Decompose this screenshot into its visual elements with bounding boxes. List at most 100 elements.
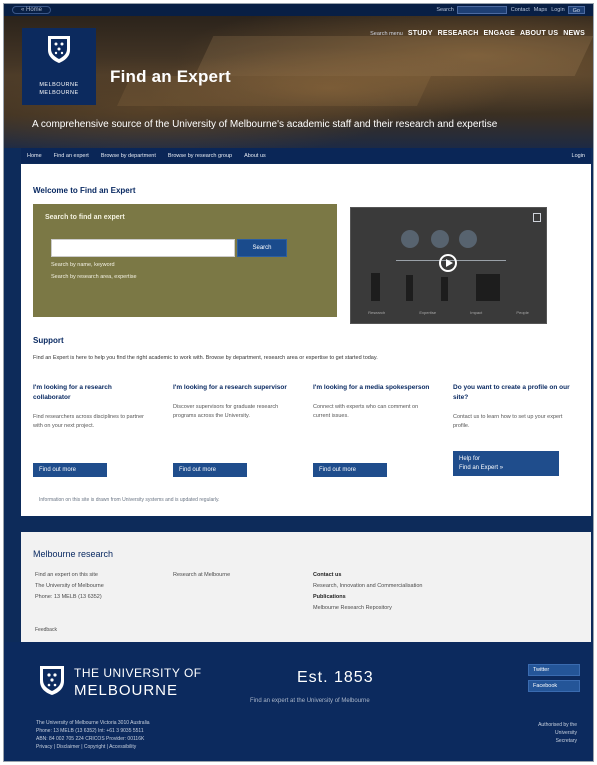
research-link[interactable]: Melbourne Research Repository — [313, 603, 422, 614]
card-supervisor: I'm looking for a research supervisor Di… — [173, 383, 291, 477]
video-caption: Research — [368, 310, 386, 315]
research-subheading: Contact us — [313, 572, 342, 578]
video-caption: Impact — [470, 310, 483, 315]
footer-address: The University of Melbourne Victoria 301… — [36, 719, 150, 751]
footer-address-line: ABN: 84 002 705 224 CRICOS Provider: 001… — [36, 736, 145, 742]
footer-address-line: Phone: 13 MELB (13 6352) Int: +61 3 9035… — [36, 728, 144, 734]
video-caption: People — [516, 310, 529, 315]
facebook-button[interactable]: Facebook — [528, 680, 580, 692]
main-content: Welcome to Find an Expert Search to find… — [21, 164, 591, 516]
search-label: Search — [436, 7, 454, 13]
established-subtext: Find an expert at the University of Melb… — [250, 698, 370, 704]
content-footnote: Information on this site is drawn from U… — [39, 497, 220, 503]
melbourne-research-section: Melbourne research Find an expert on thi… — [21, 532, 591, 642]
footer-address-line: The University of Melbourne Victoria 301… — [36, 720, 150, 726]
logo-text-line1: MELBOURNE — [39, 82, 79, 88]
research-link[interactable]: Find an expert on this site — [35, 570, 104, 581]
footer-authorised-line: University — [555, 730, 577, 736]
card-title: I'm looking for a research supervisor — [173, 384, 287, 391]
hero-nav-research[interactable]: RESEARCH — [438, 30, 479, 37]
utility-link-contact[interactable]: Contact — [511, 7, 530, 13]
nav-item-find-expert[interactable]: Find an expert — [54, 153, 89, 159]
nav-item-about[interactable]: About us — [244, 153, 266, 159]
card-body: Contact us to learn how to set up your e… — [453, 414, 563, 429]
nav-item-browse-group[interactable]: Browse by research group — [168, 153, 232, 159]
home-link[interactable]: « Home — [12, 6, 52, 14]
site-title[interactable]: Find an Expert — [110, 67, 231, 87]
hero-decoration — [194, 36, 593, 76]
hero-tagline: A comprehensive source of the University… — [32, 119, 498, 130]
crest-icon — [40, 666, 64, 695]
nav-item-browse-department[interactable]: Browse by department — [101, 153, 156, 159]
footer-university-line1: THE UNIVERSITY OF — [74, 666, 202, 680]
footer-legal-links[interactable]: Privacy | Disclaimer | Copyright | Acces… — [36, 743, 150, 751]
nav-item-home[interactable]: Home — [27, 153, 42, 159]
footer-authorised-line: Secretary — [555, 738, 577, 744]
video-captions: Research Expertise Impact People — [351, 310, 546, 315]
research-col-3: Contact us Research, Innovation and Comm… — [313, 570, 422, 614]
video-person-silhouette — [476, 274, 500, 301]
video-avatar-icon — [431, 230, 449, 248]
support-heading: Support — [33, 336, 64, 345]
find-out-more-button[interactable]: Find out more — [33, 463, 107, 477]
footer-authorised-line: Authorised by the — [538, 722, 577, 728]
search-row: Search — [51, 239, 287, 257]
card-profile: Do you want to create a profile on our s… — [453, 383, 571, 476]
footer-authorised: Authorised by the University Secretary — [538, 721, 577, 745]
established-text: Est. 1853 — [297, 669, 374, 686]
utility-bar: « Home Search Contact Maps Login Go — [4, 4, 593, 16]
help-button-line2: Find an Expert » — [459, 464, 504, 471]
card-title: Do you want to create a profile on our s… — [453, 384, 570, 401]
footer-university-line2: MELBOURNE — [74, 682, 179, 699]
research-col-1: Find an expert on this site The Universi… — [35, 570, 104, 603]
university-logo[interactable]: MELBOURNE MELBOURNE — [22, 28, 96, 105]
hero-nav-about[interactable]: ABOUT US — [520, 30, 558, 37]
card-title: I'm looking for a research collaborator — [33, 384, 112, 401]
card-collaborator: I'm looking for a research collaborator … — [33, 383, 151, 477]
feedback-link[interactable]: Feedback — [35, 627, 57, 633]
logo-text-line2: MELBOURNE — [39, 90, 79, 96]
search-option-name[interactable]: Search by name, keyword — [51, 262, 115, 268]
page-frame: « Home Search Contact Maps Login Go Sear… — [3, 3, 594, 762]
hero-nav: Search menu STUDY RESEARCH ENGAGE ABOUT … — [370, 30, 585, 37]
site-footer: THE UNIVERSITY OF MELBOURNE Est. 1853 Fi… — [4, 642, 593, 761]
help-button-line1: Help for — [459, 455, 481, 462]
research-col-2: Research at Melbourne — [173, 570, 230, 581]
expert-search-button[interactable]: Search — [237, 239, 287, 257]
research-subheading: Publications — [313, 594, 346, 600]
hero-nav-engage[interactable]: ENGAGE — [483, 30, 515, 37]
find-out-more-button[interactable]: Find out more — [313, 463, 387, 477]
expert-search-panel: Search to find an expert Search Search b… — [33, 204, 337, 317]
crest-icon — [48, 36, 70, 63]
research-link[interactable]: Research at Melbourne — [173, 570, 230, 581]
card-title: I'm looking for a media spokesperson — [313, 384, 430, 391]
hero-nav-lead: Search menu — [370, 30, 403, 37]
support-text: Find an Expert is here to help you find … — [33, 355, 378, 361]
intro-video[interactable]: Research Expertise Impact People — [350, 207, 547, 324]
card-spokesperson: I'm looking for a media spokesperson Con… — [313, 383, 431, 477]
video-avatar-icon — [401, 230, 419, 248]
expert-search-input[interactable] — [51, 239, 235, 257]
video-play-icon[interactable] — [439, 254, 457, 272]
find-out-more-button[interactable]: Find out more — [173, 463, 247, 477]
card-body: Connect with experts who can comment on … — [313, 404, 419, 419]
utility-link-maps[interactable]: Maps — [534, 7, 547, 13]
welcome-heading: Welcome to Find an Expert — [33, 186, 136, 195]
card-body: Discover supervisors for graduate resear… — [173, 404, 279, 419]
utility-link-login[interactable]: Login — [551, 7, 564, 13]
main-nav: Home Find an expert Browse by department… — [21, 148, 591, 163]
utility-search-input[interactable] — [456, 6, 507, 14]
nav-item-login[interactable]: Login — [572, 153, 585, 159]
help-button[interactable]: Help for Find an Expert » — [453, 451, 559, 476]
video-logo-icon — [533, 213, 541, 222]
hero-nav-study[interactable]: STUDY — [408, 30, 433, 37]
video-avatar-icon — [459, 230, 477, 248]
twitter-button[interactable]: Twitter — [528, 664, 580, 676]
research-heading: Melbourne research — [33, 549, 114, 559]
research-link[interactable]: Research, Innovation and Commercialisati… — [313, 581, 422, 592]
card-body: Find researchers across disciplines to p… — [33, 414, 144, 429]
hero-nav-news[interactable]: NEWS — [563, 30, 585, 37]
search-option-area[interactable]: Search by research area, expertise — [51, 274, 137, 280]
utility-go-button[interactable]: Go — [567, 6, 585, 14]
video-caption: Expertise — [419, 310, 437, 315]
